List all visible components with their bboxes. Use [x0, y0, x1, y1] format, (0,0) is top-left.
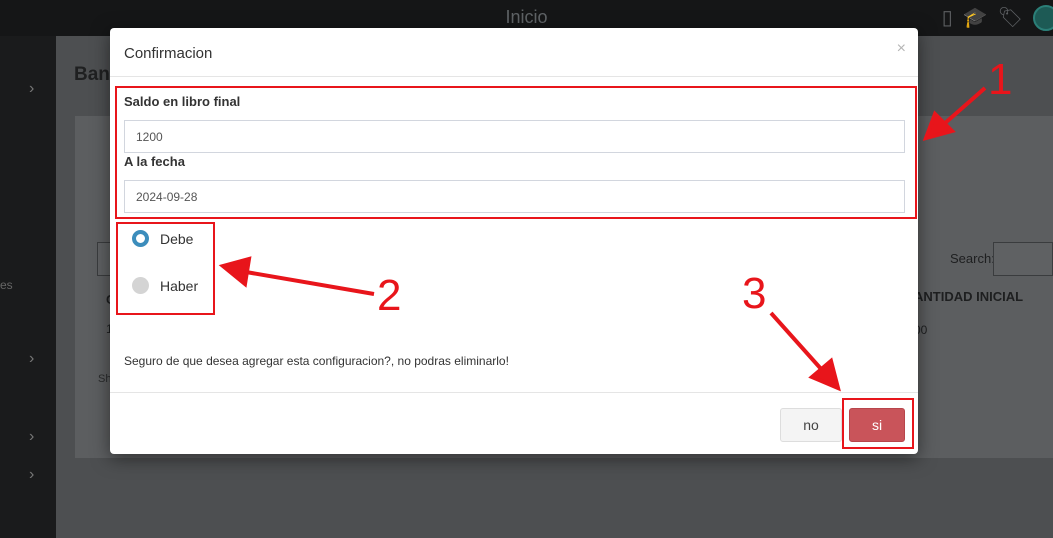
tags-icon[interactable]: 🏷: [998, 6, 1023, 30]
chevron-right-icon[interactable]: ›: [29, 350, 34, 368]
annotation-label-1: 1: [988, 55, 1013, 104]
mobile-icon[interactable]: ▯: [942, 6, 953, 30]
search-input[interactable]: [993, 242, 1053, 276]
annotation-box-1: [115, 86, 917, 219]
confirmation-message: Seguro de que desea agregar esta configu…: [124, 354, 509, 368]
table-header-cell: ANTIDAD INICIAL: [914, 289, 1024, 304]
page-title: Ban: [74, 64, 110, 85]
navbar-title: Inicio: [505, 7, 548, 27]
modal-footer: no si: [110, 392, 918, 454]
annotation-box-3: [842, 398, 914, 449]
graduation-cap-icon[interactable]: 🎓: [963, 6, 988, 30]
chevron-right-icon[interactable]: ›: [29, 80, 34, 98]
annotation-box-2: [116, 222, 215, 315]
annotation-label-3: 3: [742, 269, 767, 318]
close-icon[interactable]: ×: [897, 40, 906, 58]
search-label: Search:: [950, 251, 995, 266]
modal-title: Confirmacion: [124, 45, 213, 62]
annotation-label-2: 2: [377, 271, 402, 320]
chevron-right-icon[interactable]: ›: [29, 428, 34, 446]
navbar-icons: ▯ 🎓 🏷: [942, 5, 1053, 31]
user-avatar[interactable]: [1033, 5, 1053, 31]
modal-header: Confirmacion ×: [110, 28, 918, 77]
no-button[interactable]: no: [780, 408, 842, 442]
chevron-right-icon[interactable]: ›: [29, 466, 34, 484]
sidebar: › es › › ›: [0, 36, 56, 538]
sidebar-item-label: es: [0, 278, 13, 292]
